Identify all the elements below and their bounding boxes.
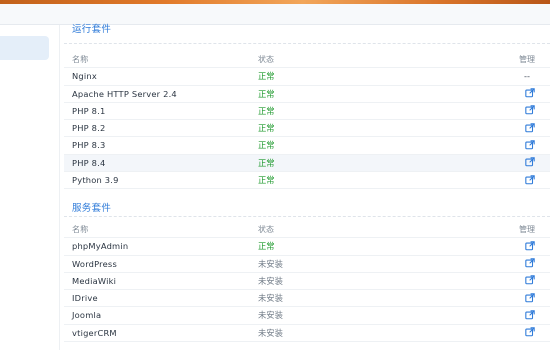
table-row: phpMyAdmin 正常 [64,238,550,256]
open-link-icon[interactable] [525,103,535,120]
package-status: 正常 [258,157,275,168]
column-header-status: 状态 [258,225,274,234]
table-row: PHP 8.3 正常 [64,137,550,155]
open-link-icon[interactable] [525,86,535,103]
section-title-runtime: 运行套件 [72,24,112,33]
table-row: IDrive 未安装 [64,290,550,308]
open-link-icon[interactable] [525,290,535,307]
package-name: phpMyAdmin [72,241,129,252]
column-header-name: 名称 [72,225,89,234]
column-header-manage: 管理 [519,225,535,234]
table-row: Nginx 正常 -- [64,68,550,86]
column-header-manage: 管理 [519,55,535,64]
sidebar-item-selected[interactable] [0,36,49,60]
package-name: PHP 8.4 [72,157,106,168]
table-row: Python 3.9 正常 [64,172,550,190]
section-divider [64,216,550,217]
open-link-icon[interactable] [525,120,535,137]
open-link-icon[interactable] [525,325,535,342]
sidebar [0,25,60,350]
main-panel: 运行套件 名称 状态 管理 Nginx 正常 -- Apache HTTP Serve… [64,24,550,350]
package-name: PHP 8.2 [72,123,106,134]
manage-unavailable: -- [524,71,530,82]
package-status: 正常 [258,123,275,134]
package-status: 未安装 [258,310,283,321]
service-packages-table: 名称 状态 管理 phpMyAdmin 正常 WordPress 未安装 MediaWi… [64,221,550,343]
open-link-icon[interactable] [525,256,535,273]
package-status: 正常 [258,105,275,116]
table-row: PHP 8.2 正常 [64,120,550,138]
open-link-icon[interactable] [525,172,535,189]
table-row: Apache HTTP Server 2.4 正常 [64,86,550,103]
package-status: 未安装 [258,327,283,338]
open-link-icon[interactable] [525,155,535,172]
package-status: 未安装 [258,275,283,286]
package-name: WordPress [72,258,117,269]
table-row: PHP 8.1 正常 [64,103,550,121]
open-link-icon[interactable] [525,307,535,324]
section-title-services: 服务套件 [72,203,112,214]
package-status: 正常 [258,175,275,186]
package-name: PHP 8.1 [72,105,106,116]
package-name: Joomla [72,310,102,321]
package-status: 未安装 [258,293,283,304]
column-header-status: 状态 [258,55,274,64]
table-row: PHP 8.4 正常 [64,154,550,173]
table-row: vtigerCRM 未安装 [64,325,550,343]
package-name: Nginx [72,71,97,82]
table-row: WordPress 未安装 [64,256,550,273]
package-name: vtigerCRM [72,327,117,338]
table-header-row: 名称 状态 管理 [64,221,550,239]
package-name: Python 3.9 [72,175,119,186]
table-header-row: 名称 状态 管理 [64,51,550,69]
package-status: 正常 [258,71,275,82]
package-status: 未安装 [258,258,283,269]
package-status: 正常 [258,241,275,252]
package-name: PHP 8.3 [72,140,106,151]
package-name: Apache HTTP Server 2.4 [72,88,177,99]
open-link-icon[interactable] [525,137,535,154]
open-link-icon[interactable] [525,238,535,255]
package-name: IDrive [72,293,98,304]
section-divider [64,43,550,44]
column-header-name: 名称 [72,55,89,64]
table-row: Joomla 未安装 [64,307,550,325]
package-status: 正常 [258,140,275,151]
table-row: MediaWiki 未安装 [64,273,550,291]
runtime-packages-table: 名称 状态 管理 Nginx 正常 -- Apache HTTP Server 2.4… [64,51,550,190]
package-name: MediaWiki [72,275,117,286]
open-link-icon[interactable] [525,273,535,290]
package-status: 正常 [258,88,275,99]
